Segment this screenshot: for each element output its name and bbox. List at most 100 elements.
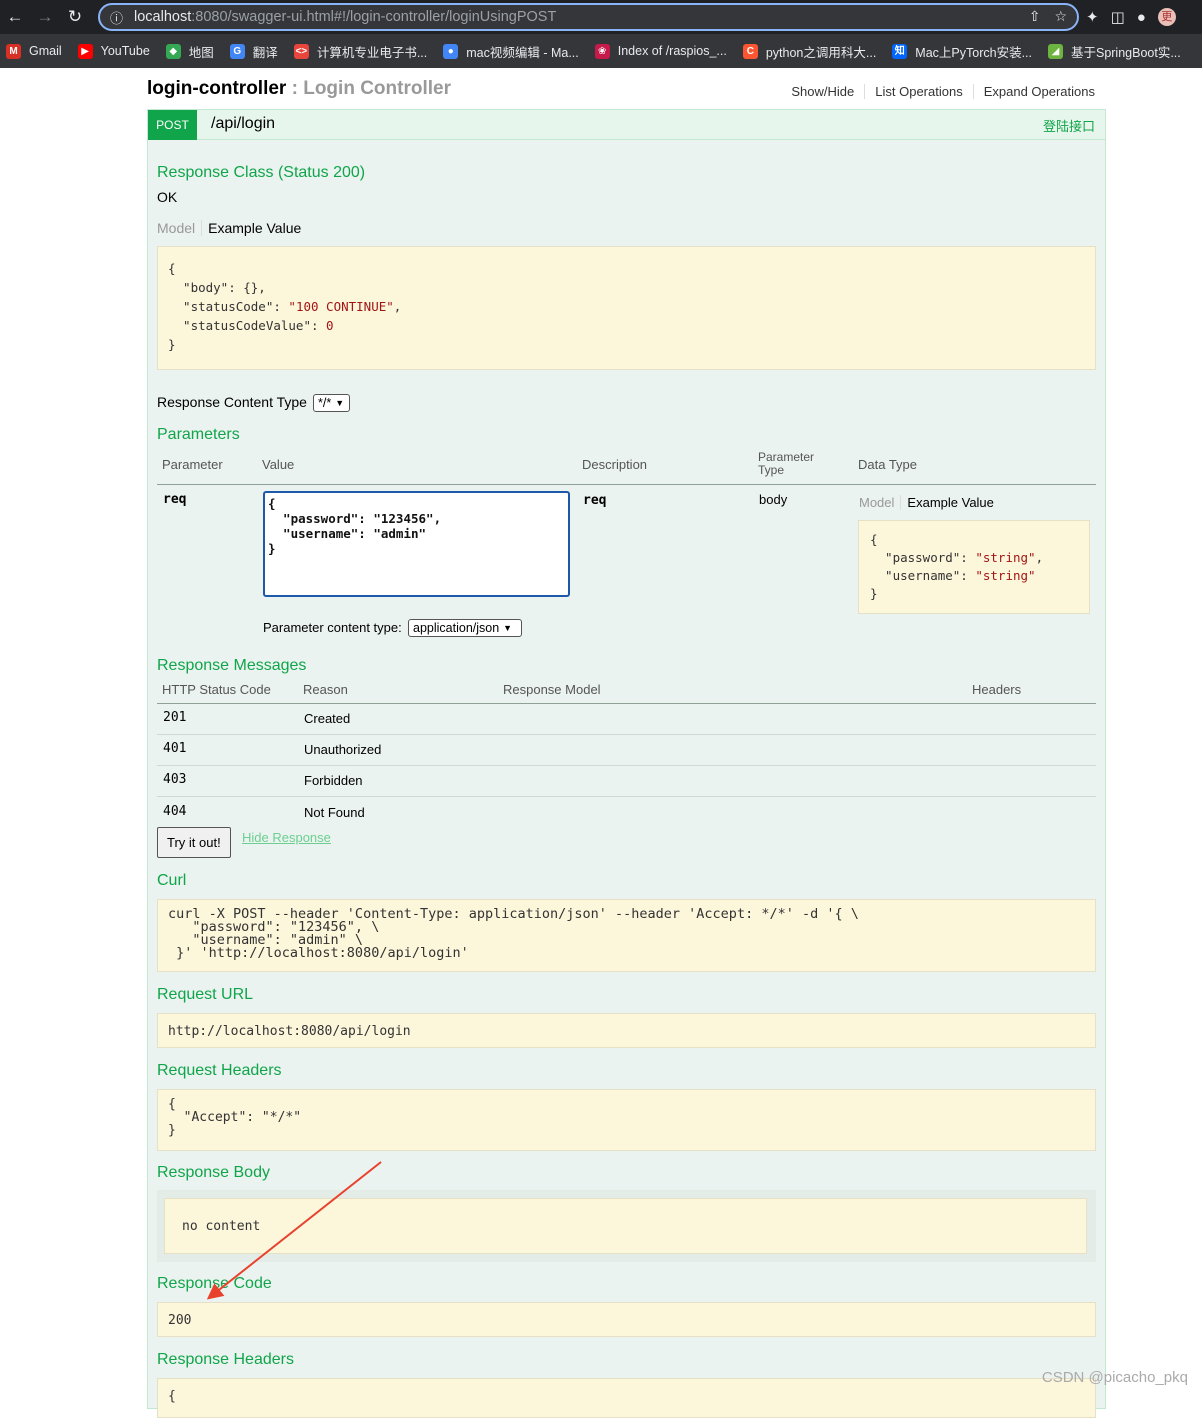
profile-icon[interactable]: ● — [1137, 9, 1146, 26]
resp-header-headers: Headers — [972, 682, 1022, 697]
url-host: localhost — [134, 9, 192, 25]
watermark: CSDN @picacho_pkq — [1041, 1369, 1188, 1386]
param-content-type-select[interactable]: application/json ▼ — [408, 619, 522, 637]
bookmark-label: 基于SpringBoot实... — [1070, 45, 1181, 60]
param-datatype-tabs: Model Example Value — [859, 495, 994, 510]
site-info-icon[interactable]: ⓘ — [110, 8, 134, 27]
code-key: "statusCode": — [168, 299, 289, 314]
example-value-tab[interactable]: Example Value — [202, 220, 301, 236]
expand-operations-link[interactable]: Expand Operations — [974, 84, 1095, 99]
side-panel-icon[interactable]: ◫ — [1111, 8, 1125, 26]
share-icon[interactable]: ⇧ — [1029, 8, 1041, 25]
response-body-value: no content — [164, 1198, 1087, 1254]
bookmark-favicon-icon: C — [742, 43, 758, 59]
code-line: } — [168, 337, 176, 352]
bookmark-label: YouTube — [100, 44, 150, 58]
forward-arrow-icon[interactable]: → — [30, 0, 60, 34]
status-code-cell: 403 — [163, 772, 187, 787]
bookmark-label: python之调用科大... — [765, 45, 877, 60]
bookmark-label: 地图 — [188, 45, 214, 60]
browser-actions: ✦ ◫ ● 更 — [1086, 0, 1176, 34]
extensions-puzzle-icon[interactable]: ✦ — [1086, 8, 1099, 26]
back-arrow-icon[interactable]: ← — [0, 0, 30, 34]
bookmark-favicon-icon: <> — [293, 43, 309, 59]
bookmark-label: Index of /raspios_... — [617, 44, 727, 58]
url-rest: :8080/swagger-ui.html#!/login-controller… — [191, 9, 557, 25]
param-value-textarea[interactable]: { "password": "123456", "username": "adm… — [263, 491, 570, 597]
row-divider — [157, 734, 1096, 735]
param-content-type-label: Parameter content type: — [263, 620, 402, 635]
request-url-value: http://localhost:8080/api/login — [157, 1013, 1096, 1048]
param-type: body — [759, 492, 788, 507]
response-class-status: OK — [157, 189, 178, 205]
bookmark-item[interactable]: ▶ YouTube — [77, 43, 150, 59]
param-type-line2: Type — [758, 463, 785, 477]
operation-heading[interactable]: POST /api/login 登陆接口 — [148, 110, 1105, 140]
operation-path[interactable]: /api/login — [211, 115, 275, 133]
param-header-description: Description — [582, 457, 648, 472]
param-name: req — [163, 492, 187, 507]
model-tab[interactable]: Model — [157, 220, 203, 236]
code-key: "username": — [870, 568, 976, 583]
bookmark-favicon-icon: ▶ — [77, 43, 93, 59]
parameters-title: Parameters — [157, 426, 240, 443]
request-headers-value: { "Accept": "*/*" } — [157, 1089, 1096, 1151]
code-line: "body": {}, — [168, 280, 266, 295]
response-class-tabs: Model Example Value — [157, 220, 301, 236]
try-it-out-button[interactable]: Try it out! — [157, 827, 231, 858]
show-hide-link[interactable]: Show/Hide — [781, 84, 866, 99]
hide-response-link[interactable]: Hide Response — [242, 830, 331, 845]
list-operations-link[interactable]: List Operations — [865, 84, 974, 99]
bookmark-label: Gmail — [29, 44, 62, 58]
operation-summary[interactable]: 登陆接口 — [1043, 116, 1095, 135]
bookmark-item[interactable]: ◢ 基于SpringBoot实... — [1047, 42, 1181, 61]
model-tab[interactable]: Model — [859, 495, 902, 510]
bookmark-label: 翻译 — [252, 45, 278, 60]
bookmark-item[interactable]: M Gmail — [6, 43, 62, 59]
url-text[interactable]: localhost:8080/swagger-ui.html#!/login-c… — [134, 9, 556, 25]
curl-title: Curl — [157, 872, 187, 889]
bookmark-star-icon[interactable]: ☆ — [1054, 8, 1067, 25]
bookmark-favicon-icon: ● — [443, 43, 459, 59]
resource-title[interactable]: login-controller : Login Controller — [147, 78, 451, 100]
example-value-tab[interactable]: Example Value — [901, 495, 993, 510]
response-headers-value: { — [157, 1378, 1096, 1418]
chevron-down-icon: ▼ — [503, 623, 513, 633]
bookmarks-bar: M Gmail ▶ YouTube ◆ 地图 G 翻译 <> 计算机专业电子书... ● mac视频编… — [0, 34, 1202, 68]
code-number: 0 — [326, 318, 334, 333]
code-key: "statusCodeValue": — [168, 318, 327, 333]
bookmark-item[interactable]: 知 Mac上PyTorch安装... — [892, 42, 1032, 61]
param-description: req — [583, 493, 607, 508]
bookmark-item[interactable]: <> 计算机专业电子书... — [293, 42, 427, 61]
row-divider — [157, 765, 1096, 766]
http-method-badge[interactable]: POST — [148, 110, 197, 140]
bookmark-item[interactable]: G 翻译 — [229, 42, 278, 61]
select-value: application/json — [413, 621, 500, 635]
param-header-divider — [157, 484, 1096, 485]
bookmark-item[interactable]: Cpython之调用科大... — [742, 42, 877, 61]
bookmark-favicon-icon: ◆ — [165, 43, 181, 59]
reason-cell: Not Found — [304, 805, 365, 820]
response-content-type-select[interactable]: */* ▼ — [313, 394, 350, 412]
code-key: "password": — [870, 550, 976, 565]
response-class-title: Response Class (Status 200) — [157, 164, 366, 181]
response-messages-title: Response Messages — [157, 657, 307, 674]
reload-icon[interactable]: ↻ — [60, 0, 90, 34]
reason-cell: Created — [304, 711, 351, 726]
response-headers-title: Response Headers — [157, 1351, 294, 1368]
bookmark-item[interactable]: ● mac视频编辑 - Ma... — [443, 42, 579, 61]
resp-header-divider — [157, 703, 1096, 704]
resp-header-status-code: HTTP Status Code — [162, 682, 271, 697]
bookmark-item[interactable]: ◆ 地图 — [165, 42, 214, 61]
param-header-value: Value — [262, 457, 295, 472]
bookmark-label: Mac上PyTorch安装... — [915, 45, 1032, 60]
address-bar[interactable]: ⓘ localhost:8080/swagger-ui.html#!/login… — [98, 3, 1079, 31]
reason-cell: Forbidden — [304, 773, 363, 788]
code-line: } — [870, 586, 878, 601]
resource-name: login-controller — [147, 78, 287, 99]
status-code-cell: 401 — [163, 741, 187, 756]
param-datatype-example[interactable]: { "password": "string", "username": "str… — [858, 520, 1090, 614]
bookmark-item[interactable]: ❀ Index of /raspios_... — [594, 43, 727, 59]
status-code-cell: 404 — [163, 804, 187, 819]
avatar[interactable]: 更 — [1157, 8, 1176, 26]
